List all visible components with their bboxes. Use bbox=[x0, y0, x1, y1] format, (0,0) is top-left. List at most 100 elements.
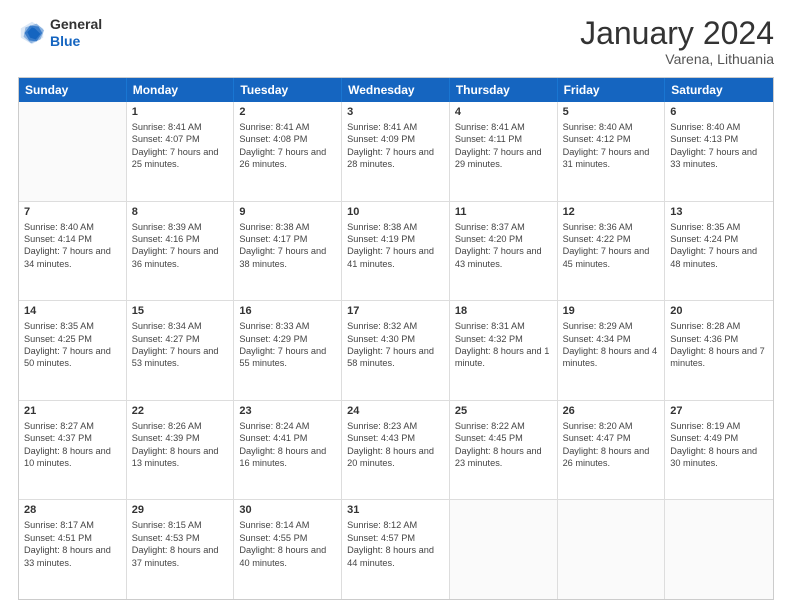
day-info: Sunrise: 8:17 AMSunset: 4:51 PMDaylight:… bbox=[24, 519, 121, 569]
day-number: 2 bbox=[239, 105, 336, 120]
day-info: Sunrise: 8:19 AMSunset: 4:49 PMDaylight:… bbox=[670, 420, 768, 470]
cal-cell-w0d0 bbox=[19, 102, 127, 201]
day-number: 5 bbox=[563, 105, 660, 120]
cal-cell-w1d4: 11Sunrise: 8:37 AMSunset: 4:20 PMDayligh… bbox=[450, 202, 558, 301]
day-number: 17 bbox=[347, 304, 444, 319]
day-number: 15 bbox=[132, 304, 229, 319]
cal-cell-w1d2: 9Sunrise: 8:38 AMSunset: 4:17 PMDaylight… bbox=[234, 202, 342, 301]
day-info: Sunrise: 8:27 AMSunset: 4:37 PMDaylight:… bbox=[24, 420, 121, 470]
cal-cell-w4d6 bbox=[665, 500, 773, 599]
day-info: Sunrise: 8:31 AMSunset: 4:32 PMDaylight:… bbox=[455, 320, 552, 370]
logo: General Blue bbox=[18, 16, 102, 50]
title-block: January 2024 Varena, Lithuania bbox=[580, 16, 774, 67]
day-number: 25 bbox=[455, 404, 552, 419]
day-number: 27 bbox=[670, 404, 768, 419]
day-number: 6 bbox=[670, 105, 768, 120]
day-number: 10 bbox=[347, 205, 444, 220]
day-info: Sunrise: 8:41 AMSunset: 4:11 PMDaylight:… bbox=[455, 121, 552, 171]
day-info: Sunrise: 8:23 AMSunset: 4:43 PMDaylight:… bbox=[347, 420, 444, 470]
day-number: 29 bbox=[132, 503, 229, 518]
day-info: Sunrise: 8:35 AMSunset: 4:25 PMDaylight:… bbox=[24, 320, 121, 370]
day-info: Sunrise: 8:14 AMSunset: 4:55 PMDaylight:… bbox=[239, 519, 336, 569]
day-info: Sunrise: 8:38 AMSunset: 4:19 PMDaylight:… bbox=[347, 221, 444, 271]
day-info: Sunrise: 8:41 AMSunset: 4:07 PMDaylight:… bbox=[132, 121, 229, 171]
cal-cell-w2d1: 15Sunrise: 8:34 AMSunset: 4:27 PMDayligh… bbox=[127, 301, 235, 400]
day-info: Sunrise: 8:41 AMSunset: 4:09 PMDaylight:… bbox=[347, 121, 444, 171]
day-number: 16 bbox=[239, 304, 336, 319]
day-number: 19 bbox=[563, 304, 660, 319]
day-number: 26 bbox=[563, 404, 660, 419]
day-number: 31 bbox=[347, 503, 444, 518]
cal-cell-w1d1: 8Sunrise: 8:39 AMSunset: 4:16 PMDaylight… bbox=[127, 202, 235, 301]
cal-cell-w3d5: 26Sunrise: 8:20 AMSunset: 4:47 PMDayligh… bbox=[558, 401, 666, 500]
cal-cell-w4d4 bbox=[450, 500, 558, 599]
header-friday: Friday bbox=[558, 78, 666, 102]
calendar-header: Sunday Monday Tuesday Wednesday Thursday… bbox=[19, 78, 773, 102]
day-info: Sunrise: 8:15 AMSunset: 4:53 PMDaylight:… bbox=[132, 519, 229, 569]
day-info: Sunrise: 8:36 AMSunset: 4:22 PMDaylight:… bbox=[563, 221, 660, 271]
cal-cell-w4d5 bbox=[558, 500, 666, 599]
calendar-body: 1Sunrise: 8:41 AMSunset: 4:07 PMDaylight… bbox=[19, 102, 773, 599]
day-info: Sunrise: 8:29 AMSunset: 4:34 PMDaylight:… bbox=[563, 320, 660, 370]
calendar-row-1: 1Sunrise: 8:41 AMSunset: 4:07 PMDaylight… bbox=[19, 102, 773, 202]
cal-cell-w3d4: 25Sunrise: 8:22 AMSunset: 4:45 PMDayligh… bbox=[450, 401, 558, 500]
day-info: Sunrise: 8:24 AMSunset: 4:41 PMDaylight:… bbox=[239, 420, 336, 470]
cal-cell-w2d0: 14Sunrise: 8:35 AMSunset: 4:25 PMDayligh… bbox=[19, 301, 127, 400]
day-number: 13 bbox=[670, 205, 768, 220]
day-info: Sunrise: 8:34 AMSunset: 4:27 PMDaylight:… bbox=[132, 320, 229, 370]
day-info: Sunrise: 8:33 AMSunset: 4:29 PMDaylight:… bbox=[239, 320, 336, 370]
day-number: 18 bbox=[455, 304, 552, 319]
cal-cell-w0d4: 4Sunrise: 8:41 AMSunset: 4:11 PMDaylight… bbox=[450, 102, 558, 201]
cal-cell-w0d5: 5Sunrise: 8:40 AMSunset: 4:12 PMDaylight… bbox=[558, 102, 666, 201]
day-number: 20 bbox=[670, 304, 768, 319]
day-number: 24 bbox=[347, 404, 444, 419]
header-thursday: Thursday bbox=[450, 78, 558, 102]
day-number: 1 bbox=[132, 105, 229, 120]
day-info: Sunrise: 8:40 AMSunset: 4:13 PMDaylight:… bbox=[670, 121, 768, 171]
cal-cell-w2d4: 18Sunrise: 8:31 AMSunset: 4:32 PMDayligh… bbox=[450, 301, 558, 400]
day-info: Sunrise: 8:38 AMSunset: 4:17 PMDaylight:… bbox=[239, 221, 336, 271]
cal-cell-w3d2: 23Sunrise: 8:24 AMSunset: 4:41 PMDayligh… bbox=[234, 401, 342, 500]
logo-general: General bbox=[50, 16, 102, 33]
day-number: 30 bbox=[239, 503, 336, 518]
cal-cell-w0d3: 3Sunrise: 8:41 AMSunset: 4:09 PMDaylight… bbox=[342, 102, 450, 201]
cal-cell-w1d6: 13Sunrise: 8:35 AMSunset: 4:24 PMDayligh… bbox=[665, 202, 773, 301]
day-info: Sunrise: 8:35 AMSunset: 4:24 PMDaylight:… bbox=[670, 221, 768, 271]
header-tuesday: Tuesday bbox=[234, 78, 342, 102]
day-info: Sunrise: 8:12 AMSunset: 4:57 PMDaylight:… bbox=[347, 519, 444, 569]
cal-cell-w3d0: 21Sunrise: 8:27 AMSunset: 4:37 PMDayligh… bbox=[19, 401, 127, 500]
day-number: 22 bbox=[132, 404, 229, 419]
header: General Blue January 2024 Varena, Lithua… bbox=[18, 16, 774, 67]
cal-cell-w4d3: 31Sunrise: 8:12 AMSunset: 4:57 PMDayligh… bbox=[342, 500, 450, 599]
cal-cell-w3d3: 24Sunrise: 8:23 AMSunset: 4:43 PMDayligh… bbox=[342, 401, 450, 500]
month-title: January 2024 bbox=[580, 16, 774, 51]
logo-blue: Blue bbox=[50, 33, 102, 50]
cal-cell-w3d6: 27Sunrise: 8:19 AMSunset: 4:49 PMDayligh… bbox=[665, 401, 773, 500]
cal-cell-w0d6: 6Sunrise: 8:40 AMSunset: 4:13 PMDaylight… bbox=[665, 102, 773, 201]
day-info: Sunrise: 8:22 AMSunset: 4:45 PMDaylight:… bbox=[455, 420, 552, 470]
calendar-row-2: 7Sunrise: 8:40 AMSunset: 4:14 PMDaylight… bbox=[19, 202, 773, 302]
day-number: 7 bbox=[24, 205, 121, 220]
day-number: 21 bbox=[24, 404, 121, 419]
header-saturday: Saturday bbox=[665, 78, 773, 102]
day-number: 14 bbox=[24, 304, 121, 319]
logo-icon bbox=[18, 19, 46, 47]
calendar-row-5: 28Sunrise: 8:17 AMSunset: 4:51 PMDayligh… bbox=[19, 500, 773, 599]
cal-cell-w0d1: 1Sunrise: 8:41 AMSunset: 4:07 PMDaylight… bbox=[127, 102, 235, 201]
cal-cell-w4d0: 28Sunrise: 8:17 AMSunset: 4:51 PMDayligh… bbox=[19, 500, 127, 599]
day-info: Sunrise: 8:37 AMSunset: 4:20 PMDaylight:… bbox=[455, 221, 552, 271]
day-number: 4 bbox=[455, 105, 552, 120]
day-number: 28 bbox=[24, 503, 121, 518]
day-info: Sunrise: 8:20 AMSunset: 4:47 PMDaylight:… bbox=[563, 420, 660, 470]
calendar: Sunday Monday Tuesday Wednesday Thursday… bbox=[18, 77, 774, 600]
day-info: Sunrise: 8:40 AMSunset: 4:12 PMDaylight:… bbox=[563, 121, 660, 171]
cal-cell-w2d2: 16Sunrise: 8:33 AMSunset: 4:29 PMDayligh… bbox=[234, 301, 342, 400]
day-info: Sunrise: 8:40 AMSunset: 4:14 PMDaylight:… bbox=[24, 221, 121, 271]
day-number: 11 bbox=[455, 205, 552, 220]
cal-cell-w4d1: 29Sunrise: 8:15 AMSunset: 4:53 PMDayligh… bbox=[127, 500, 235, 599]
cal-cell-w2d5: 19Sunrise: 8:29 AMSunset: 4:34 PMDayligh… bbox=[558, 301, 666, 400]
page: General Blue January 2024 Varena, Lithua… bbox=[0, 0, 792, 612]
cal-cell-w2d3: 17Sunrise: 8:32 AMSunset: 4:30 PMDayligh… bbox=[342, 301, 450, 400]
cal-cell-w0d2: 2Sunrise: 8:41 AMSunset: 4:08 PMDaylight… bbox=[234, 102, 342, 201]
cal-cell-w2d6: 20Sunrise: 8:28 AMSunset: 4:36 PMDayligh… bbox=[665, 301, 773, 400]
